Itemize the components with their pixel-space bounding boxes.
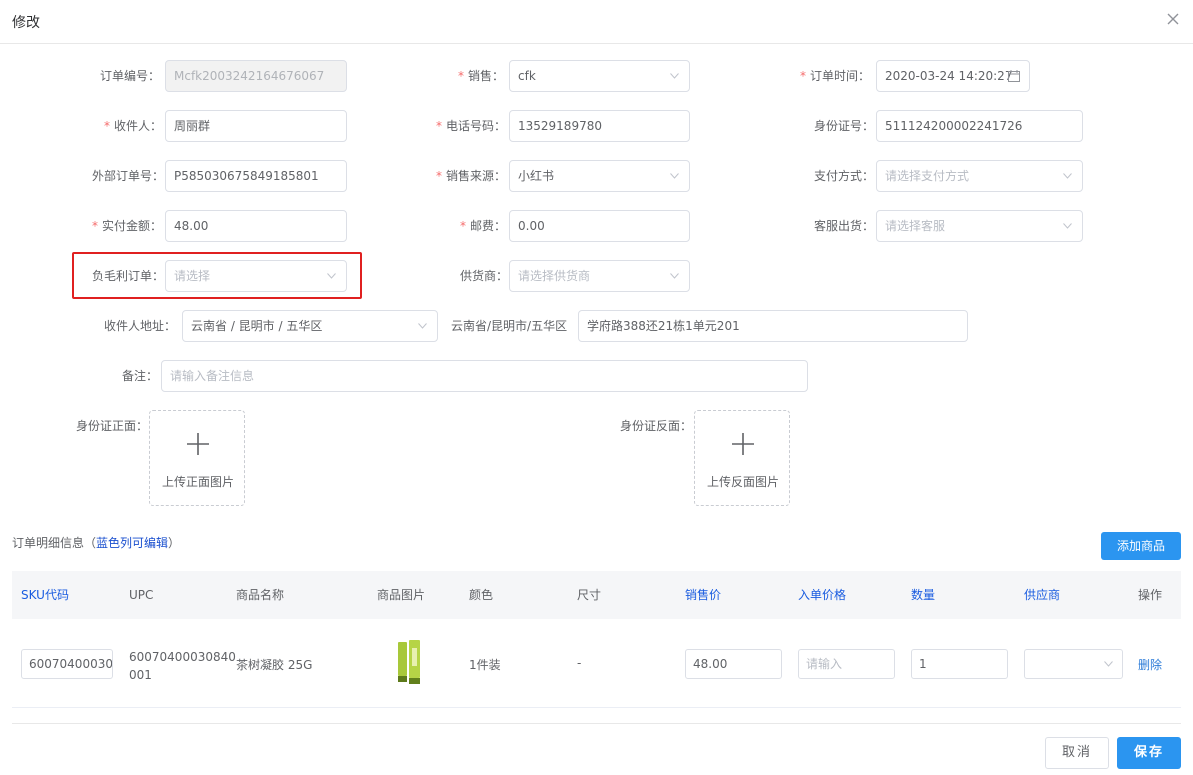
close-icon[interactable] xyxy=(1166,12,1180,26)
save-button[interactable]: 保存 xyxy=(1117,737,1181,769)
add-product-button[interactable]: 添加商品 xyxy=(1101,532,1181,560)
chevron-down-icon xyxy=(670,273,679,279)
row-divider xyxy=(12,707,1181,708)
column-size: 尺寸 xyxy=(577,588,602,602)
chevron-down-icon xyxy=(418,323,427,329)
size-cell: - xyxy=(577,656,582,670)
column-price: 销售价 xyxy=(685,588,722,602)
sku-input[interactable]: 6007040003084 xyxy=(21,649,113,679)
id-back-upload-text: 上传反面图片 xyxy=(706,475,779,489)
footer-divider xyxy=(12,723,1181,724)
delete-link[interactable]: 删除 xyxy=(1138,656,1162,673)
id-back-label: 身份证反面： xyxy=(620,419,693,433)
chevron-down-icon xyxy=(1063,223,1072,229)
payment-select[interactable]: 请选择支付方式 xyxy=(876,160,1083,192)
chevron-down-icon xyxy=(1104,661,1113,667)
id-front-upload[interactable]: 上传正面图片 xyxy=(149,410,245,506)
cancel-button[interactable]: 取消 xyxy=(1045,737,1109,769)
order-time-label: * 订单时间： xyxy=(800,69,871,83)
remark-input[interactable]: 请输入备注信息 xyxy=(161,360,808,392)
column-sku: SKU代码 xyxy=(21,588,69,602)
order-time-picker[interactable]: 2020-03-24 14:20:27 xyxy=(876,60,1030,92)
address-region-cascader[interactable]: 云南省 / 昆明市 / 五华区 xyxy=(182,310,438,342)
chevron-down-icon xyxy=(670,73,679,79)
external-order-input[interactable]: P585030675849185801 xyxy=(165,160,347,192)
id-back-upload[interactable]: 上传反面图片 xyxy=(694,410,790,506)
recipient-input[interactable]: 周丽群 xyxy=(165,110,347,142)
id-front-label: 身份证正面： xyxy=(76,419,149,433)
sales-source-select[interactable]: 小红书 xyxy=(509,160,690,192)
cs-shipping-select[interactable]: 请选择客服 xyxy=(876,210,1083,242)
calendar-icon xyxy=(1008,70,1020,82)
id-no-input[interactable]: 511124200002241726 xyxy=(876,110,1083,142)
remark-label: 备注： xyxy=(122,369,159,383)
column-qty: 数量 xyxy=(911,588,936,602)
id-front-upload-text: 上传正面图片 xyxy=(161,475,234,489)
color-cell: 1件装 xyxy=(469,658,501,672)
dialog-title: 修改 xyxy=(12,15,40,31)
qty-input[interactable]: 1 xyxy=(911,649,1008,679)
sales-source-label: * 销售来源： xyxy=(436,169,507,183)
order-no-label: 订单编号： xyxy=(100,69,161,83)
sales-select[interactable]: cfk xyxy=(509,60,690,92)
paid-amount-label: * 实付金额： xyxy=(92,219,163,233)
product-image xyxy=(394,640,424,684)
phone-label: * 电话号码： xyxy=(436,119,507,133)
supplier-label: 供货商： xyxy=(460,269,509,283)
id-no-label: 身份证号： xyxy=(814,119,875,133)
dialog-header: 修改 xyxy=(0,0,1193,44)
column-color: 颜色 xyxy=(469,588,494,602)
column-supplier: 供应商 xyxy=(1024,588,1061,602)
payment-label: 支付方式： xyxy=(814,169,875,183)
column-entry-price: 入单价格 xyxy=(798,588,847,602)
column-action: 操作 xyxy=(1138,588,1163,602)
address-region-text: 云南省/昆明市/五华区 xyxy=(451,319,568,333)
chevron-down-icon xyxy=(670,173,679,179)
supplier-select[interactable]: 请选择供货商 xyxy=(509,260,690,292)
column-name: 商品名称 xyxy=(236,588,285,602)
price-input[interactable]: 48.00 xyxy=(685,649,782,679)
details-title: 订单明细信息（蓝色列可编辑） xyxy=(12,536,181,550)
phone-input[interactable]: 13529189780 xyxy=(509,110,690,142)
address-detail-input[interactable]: 学府路388还21栋1单元201 xyxy=(578,310,968,342)
chevron-down-icon xyxy=(1063,173,1072,179)
recipient-label: * 收件人： xyxy=(104,119,163,133)
product-name-cell: 茶树凝胶 25G xyxy=(236,658,313,672)
plus-icon xyxy=(732,433,754,455)
sales-label: * 销售： xyxy=(458,69,505,83)
column-image: 商品图片 xyxy=(377,588,426,602)
highlight-box xyxy=(72,252,362,299)
upc-cell: 60070400030840 001 xyxy=(129,650,236,682)
paid-amount-input[interactable]: 48.00 xyxy=(165,210,347,242)
plus-icon xyxy=(187,433,209,455)
order-no-input: Mcfk2003242164676067 xyxy=(165,60,347,92)
postage-input[interactable]: 0.00 xyxy=(509,210,690,242)
cs-shipping-label: 客服出货： xyxy=(814,219,875,233)
row-supplier-select[interactable] xyxy=(1024,649,1123,679)
postage-label: * 邮费： xyxy=(460,219,507,233)
entry-price-input[interactable]: 请输入 xyxy=(798,649,895,679)
address-label: 收件人地址： xyxy=(104,319,177,333)
column-upc: UPC xyxy=(129,588,154,602)
external-order-label: 外部订单号： xyxy=(92,169,165,183)
